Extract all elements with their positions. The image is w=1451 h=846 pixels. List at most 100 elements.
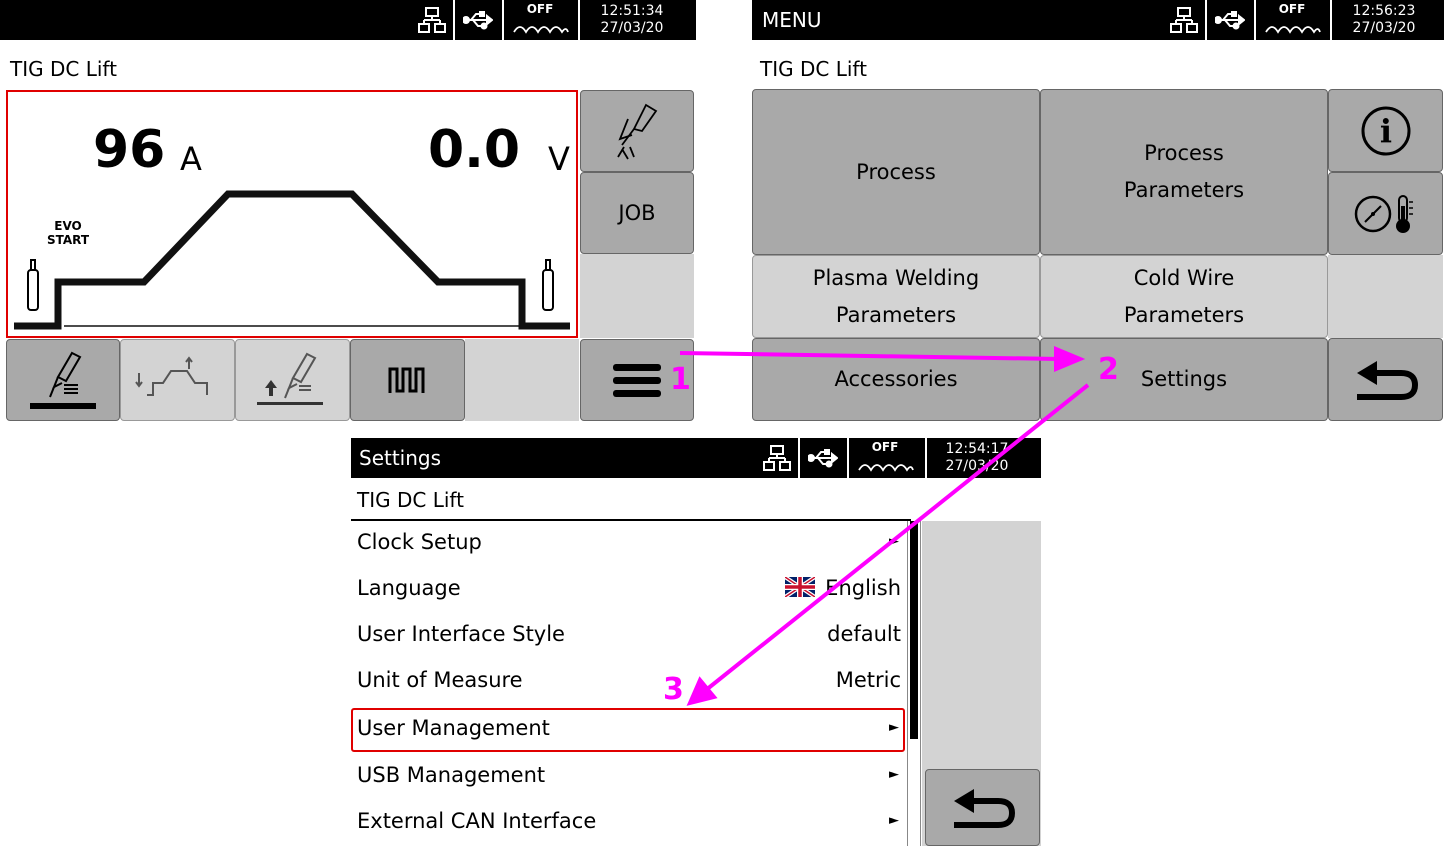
water-wave-icon (513, 26, 569, 34)
row-value: default (827, 622, 901, 646)
separator (1330, 0, 1332, 40)
row-label: Clock Setup (357, 530, 482, 554)
time: 12:56:23 (1352, 3, 1416, 19)
main-screen: OFF 12:51:34 27/03/20 TIG DC Lift 96 A 0… (0, 0, 696, 422)
plasma-line1: Plasma Welding (812, 265, 980, 290)
status-bar: OFF 12:51:34 27/03/20 (0, 0, 696, 40)
gas-status: OFF (871, 440, 899, 454)
usb-icon (456, 0, 500, 40)
row-label: External CAN Interface (357, 809, 597, 833)
mode-label: TIG DC Lift (357, 488, 464, 512)
status-bar: MENU OFF 12:56:23 27/03/20 (752, 0, 1444, 40)
separator (453, 0, 455, 40)
network-icon (757, 438, 797, 478)
cold-wire-line2: Parameters (1123, 302, 1245, 327)
empty-slot (465, 339, 579, 421)
gas-status: OFF (526, 2, 554, 16)
accessories-button[interactable]: Accessories (752, 338, 1040, 421)
chevron-right-icon: ► (889, 720, 899, 735)
row-label: User Interface Style (357, 622, 565, 646)
current-slope-icon (134, 356, 208, 396)
torch-up-button[interactable] (235, 339, 350, 421)
plasma-welding-parameters-button[interactable]: Plasma Welding Parameters (752, 255, 1040, 338)
gas-bottle-icon (27, 259, 39, 311)
process-button[interactable]: Process (752, 89, 1040, 255)
info-icon: i (1361, 106, 1410, 155)
row-label: USB Management (357, 763, 546, 787)
uk-flag-icon (785, 577, 815, 597)
back-button[interactable] (1328, 338, 1443, 421)
screen-title: MENU (762, 8, 822, 32)
row-label: User Management (357, 716, 550, 740)
row-label: Language (357, 576, 461, 600)
row-label: Unit of Measure (357, 668, 523, 692)
accessories-label: Accessories (834, 367, 958, 391)
cold-wire-line1: Cold Wire (1133, 265, 1235, 290)
torch-trigger-icon (617, 103, 658, 160)
pulse-button[interactable] (350, 339, 465, 421)
mode-label: TIG DC Lift (10, 57, 117, 81)
usb-icon (801, 438, 845, 478)
clock: 12:56:23 27/03/20 (1342, 3, 1426, 37)
plasma-line2: Parameters (835, 302, 957, 327)
water-wave-icon (858, 464, 914, 472)
process-parameters-line2: Parameters (1123, 178, 1245, 202)
list-item[interactable]: USB Management ► (351, 754, 905, 800)
water-wave-icon (1265, 26, 1321, 34)
list-item[interactable]: Language English (351, 567, 905, 613)
cold-wire-parameters-button[interactable]: Cold Wire Parameters (1040, 255, 1328, 338)
monitoring-button[interactable] (1328, 172, 1443, 255)
network-icon (412, 0, 452, 40)
scrollbar-track[interactable] (907, 521, 921, 846)
chevron-right-icon: ► (889, 767, 899, 782)
clock: 12:51:34 27/03/20 (590, 3, 674, 37)
back-icon (1356, 360, 1418, 400)
current-slope-button[interactable] (120, 339, 235, 421)
process-parameters-line1: Process (1144, 141, 1224, 165)
settings-screen: Settings OFF 12:54:17 27/03/20 TIG DC Li… (351, 438, 1041, 846)
screen-title: Settings (359, 446, 442, 470)
job-button[interactable]: JOB (580, 172, 694, 254)
callout-2: 2 (1098, 352, 1119, 387)
process-parameters-button[interactable]: Process Parameters (1040, 89, 1328, 255)
list-item[interactable]: Unit of Measure Metric (351, 659, 905, 705)
chevron-right-icon: ► (889, 813, 899, 828)
welding-curve (14, 190, 570, 330)
list-item[interactable]: User Management ► (351, 708, 905, 752)
electrode-icon (30, 351, 96, 409)
separator (1254, 0, 1256, 40)
status-bar: Settings OFF 12:54:17 27/03/20 (351, 438, 1041, 478)
separator (798, 438, 800, 478)
network-icon (1164, 0, 1204, 40)
callout-3: 3 (663, 672, 684, 707)
list-item[interactable]: External CAN Interface ► (351, 800, 905, 846)
pulse-icon (388, 367, 424, 393)
job-label: JOB (618, 200, 656, 225)
back-button[interactable] (925, 769, 1040, 846)
electrode-mode-button[interactable] (6, 339, 120, 421)
info-button[interactable]: i (1328, 89, 1443, 172)
date: 27/03/20 (600, 20, 664, 36)
list-item[interactable]: Clock Setup ► (351, 521, 905, 567)
gas-bottle-icon (542, 259, 554, 311)
separator (925, 438, 927, 478)
settings-list: Clock Setup ► Language English User Inte… (351, 521, 907, 846)
time: 12:51:34 (600, 3, 664, 19)
date: 27/03/20 (945, 458, 1009, 474)
empty-slot (580, 254, 694, 338)
welding-display[interactable]: 96 A 0.0 V EVO START (6, 90, 578, 338)
separator (847, 438, 849, 478)
date: 27/03/20 (1352, 20, 1416, 36)
torch-trigger-button[interactable] (580, 90, 694, 172)
settings-button[interactable]: Settings (1040, 338, 1328, 421)
gauge-thermometer-icon (1354, 194, 1413, 233)
back-icon (953, 788, 1015, 828)
clock: 12:54:17 27/03/20 (935, 441, 1019, 475)
scrollbar-thumb[interactable] (910, 521, 918, 739)
row-value: Metric (835, 668, 901, 692)
callout-1: 1 (670, 362, 691, 397)
torch-up-icon (256, 352, 323, 405)
list-item[interactable]: User Interface Style default (351, 613, 905, 659)
mode-label: TIG DC Lift (760, 57, 867, 81)
info-glyph: i (1379, 112, 1391, 150)
